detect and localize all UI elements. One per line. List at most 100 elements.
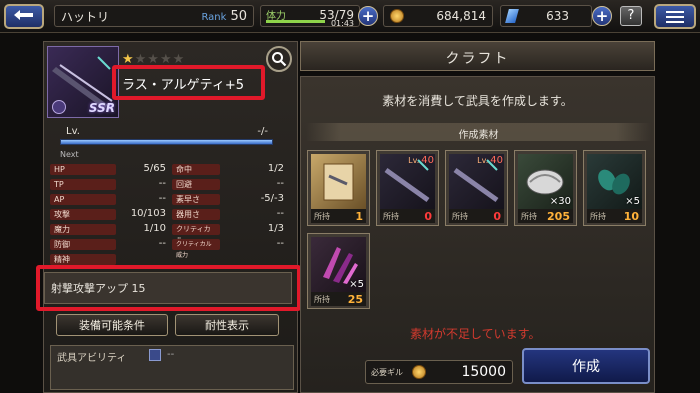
stat-evasion-value: -- xyxy=(276,178,284,189)
materials-header: 作成素材 xyxy=(306,123,651,141)
owned-label: 所持 xyxy=(314,294,330,304)
stat-spirit: 精神 xyxy=(50,253,116,265)
owned-count: 1 xyxy=(355,209,363,223)
gem-panel: 633 xyxy=(500,5,592,27)
owned-label: 所持 xyxy=(314,211,330,221)
craft-description: 素材を消費して武具を作成します。 xyxy=(382,94,573,108)
craft-title-bar: クラフト xyxy=(300,41,655,71)
rank-value: 50 xyxy=(230,8,247,24)
stat-accuracy: 命中 xyxy=(172,163,220,175)
stat-defense-value: -- xyxy=(158,238,166,249)
stat-ap-value: -- xyxy=(158,193,166,204)
owned-label: 所持 xyxy=(590,211,606,221)
scroll-icon xyxy=(323,163,354,201)
gem-icon xyxy=(505,9,519,23)
stat-agility: 素早さ xyxy=(172,193,220,205)
gem-plus-button[interactable]: + xyxy=(592,6,612,26)
material-tile-4[interactable]: ×30 所持 205 xyxy=(514,150,577,226)
stamina-bar-fill xyxy=(266,20,325,23)
gil-coin-icon xyxy=(412,365,426,379)
search-button[interactable] xyxy=(266,46,292,72)
stamina-panel: 体力 53/79 01:43 xyxy=(260,5,360,28)
required-qty: ×30 xyxy=(549,196,571,207)
material-tile-6[interactable]: ×5 所持 25 xyxy=(307,233,370,309)
weapon-type-icon xyxy=(52,100,66,114)
weapon-name: ラス・アルゲティ+5 xyxy=(122,78,244,93)
stat-attack: 攻撃 xyxy=(50,208,116,220)
stat-accuracy-value: 1/2 xyxy=(267,163,284,174)
gil-panel: 684,814 xyxy=(383,5,493,27)
level-row: Lv. -/- xyxy=(60,126,290,150)
owned-count: 10 xyxy=(623,209,639,223)
menu-button[interactable] xyxy=(654,4,696,29)
magnifier-icon xyxy=(272,52,287,67)
craft-title: クラフト xyxy=(445,51,510,67)
required-qty: ×5 xyxy=(625,196,640,207)
gil-value: 684,814 xyxy=(436,9,486,23)
stat-magic-value: 1/10 xyxy=(143,223,166,234)
create-button[interactable]: 作成 xyxy=(522,348,650,384)
stamina-plus-button[interactable]: + xyxy=(358,6,378,26)
rank-label: Rank xyxy=(201,11,227,23)
stat-tp-value: -- xyxy=(158,178,166,189)
material-tile-5[interactable]: ×5 所持 10 xyxy=(583,150,646,226)
help-button[interactable]: ? xyxy=(620,6,642,26)
owned-count: 205 xyxy=(547,209,570,223)
material-tile-2[interactable]: Lv. 40 所持 0 xyxy=(376,150,439,226)
stat-attack-value: 10/103 xyxy=(130,208,166,219)
material-tile-3[interactable]: Lv. 40 所持 0 xyxy=(445,150,508,226)
back-button[interactable] xyxy=(4,4,44,29)
rarity-badge: SSR xyxy=(88,101,115,115)
cost-box: 必要ギル 15000 xyxy=(365,360,513,384)
durability-button[interactable]: 耐性表示 xyxy=(175,314,279,336)
required-qty: ×5 xyxy=(349,279,364,290)
stat-hp: HP xyxy=(50,163,116,175)
ability-value: -- xyxy=(167,349,175,360)
create-button-label: 作成 xyxy=(572,359,600,375)
stat-tp: TP xyxy=(50,178,116,190)
material-tile-1[interactable]: 所持 1 xyxy=(307,150,370,226)
level-label: Lv. xyxy=(66,126,80,137)
owned-count: 0 xyxy=(424,209,432,223)
passive-skill-box: 射撃攻撃アップ 15 xyxy=(44,272,292,304)
stat-critical-power: クリティカル威力 xyxy=(172,238,220,259)
stat-critical-value: 1/3 xyxy=(267,223,284,234)
required-level: 40 xyxy=(490,155,503,166)
hamburger-menu-icon xyxy=(666,10,684,23)
player-name: ハットリ xyxy=(61,9,110,24)
owned-count: 25 xyxy=(347,292,363,306)
stat-agility-value: -5/-3 xyxy=(260,193,284,204)
exp-bar xyxy=(60,139,273,145)
stat-critical-power-value: -- xyxy=(276,238,284,249)
gem-value: 633 xyxy=(546,9,569,23)
stat-dexterity: 器用さ xyxy=(172,208,220,220)
equip-condition-button[interactable]: 装備可能条件 xyxy=(56,314,168,336)
cost-label: 必要ギル xyxy=(371,368,403,377)
back-arrow-icon xyxy=(14,9,33,20)
required-level: 40 xyxy=(421,155,434,166)
owned-label: 所持 xyxy=(521,211,537,221)
next-label: Next xyxy=(60,150,79,159)
ability-label: 武具アビリティ xyxy=(57,353,127,364)
player-rank-panel: ハットリ Rank 50 xyxy=(54,5,254,27)
insufficient-warning: 素材が不足しています。 xyxy=(410,327,541,341)
ability-box: 武具アビリティ -- xyxy=(50,345,294,390)
stat-ap: AP xyxy=(50,193,116,205)
owned-label: 所持 xyxy=(452,211,468,221)
ability-type-icon xyxy=(149,349,161,361)
stat-dexterity-value: -- xyxy=(276,208,284,219)
cost-value: 15000 xyxy=(461,364,506,380)
help-icon: ? xyxy=(627,8,635,23)
stat-defense: 防御 xyxy=(50,238,116,250)
passive-skill-text: 射撃攻撃アップ 15 xyxy=(51,282,146,295)
stat-evasion: 回避 xyxy=(172,178,220,190)
owned-count: 0 xyxy=(493,209,501,223)
stats-grid: HP 5/65 命中 1/2 TP -- 回避 -- AP -- 素早さ -5/… xyxy=(50,163,290,268)
gil-coin-icon xyxy=(390,9,404,23)
stat-hp-value: 5/65 xyxy=(143,163,166,174)
top-bar: ハットリ Rank 50 体力 53/79 01:43 + 684,814 63… xyxy=(0,0,700,33)
stat-magic: 魔力 xyxy=(50,223,116,235)
level-value: -/- xyxy=(257,126,268,137)
stat-critical: クリティカル xyxy=(172,223,220,244)
stamina-timer: 01:43 xyxy=(330,19,354,28)
